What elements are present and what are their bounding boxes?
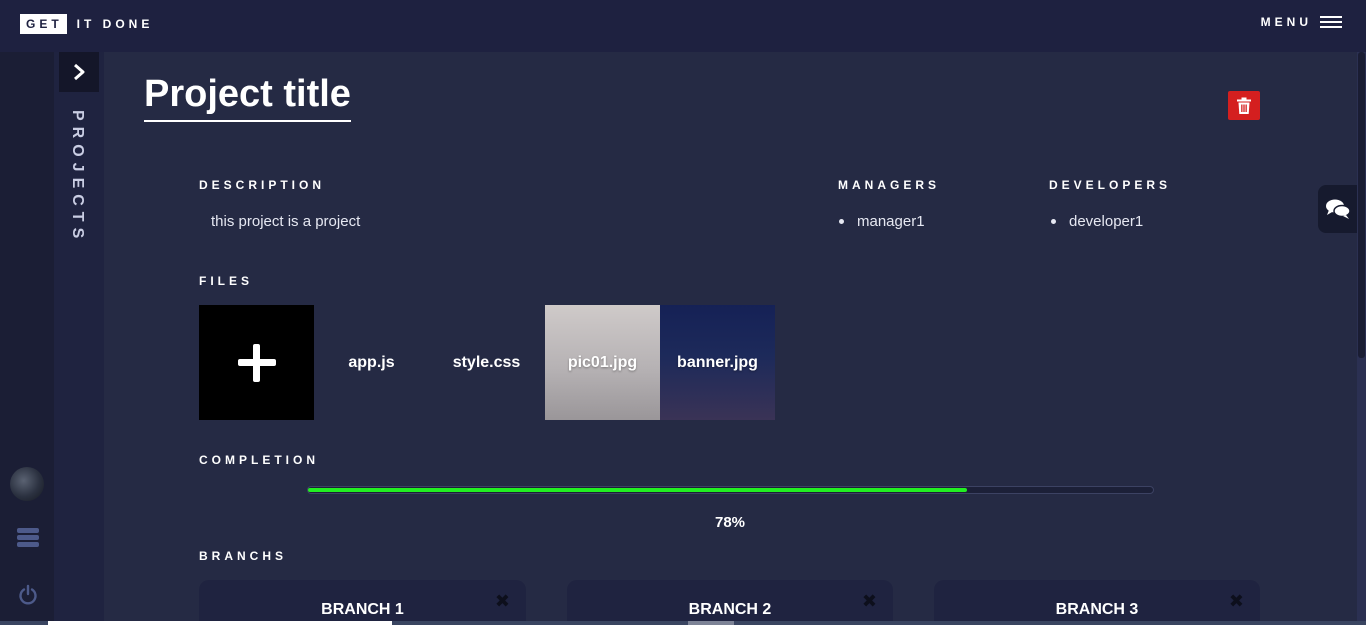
- menu-label: MENU: [1260, 15, 1312, 29]
- branch-card[interactable]: BRANCH 1 ✖: [199, 580, 526, 625]
- file-name: banner.jpg: [677, 353, 758, 371]
- page-title: Project title: [144, 72, 351, 122]
- file-tile-stylecss[interactable]: style.css: [429, 305, 544, 420]
- manager-name: manager1: [857, 213, 925, 230]
- branch-card[interactable]: BRANCH 2 ✖: [567, 580, 893, 625]
- delete-project-button[interactable]: [1228, 91, 1260, 120]
- managers-label: MANAGERS: [838, 178, 941, 192]
- close-icon[interactable]: ✖: [495, 592, 510, 610]
- branch-title: BRANCH 2: [688, 601, 772, 618]
- avatar[interactable]: [10, 467, 44, 501]
- trash-icon: [1237, 97, 1251, 114]
- chevron-right-icon: [74, 63, 85, 81]
- completion-percent: 78%: [714, 514, 746, 531]
- left-rail: [0, 52, 54, 625]
- projects-panel: PROJECTS: [54, 52, 104, 625]
- page-title-wrap: Project title: [144, 72, 351, 122]
- projects-toggle-button[interactable]: [59, 52, 99, 92]
- chat-icon: [1326, 199, 1351, 219]
- bullet: [839, 219, 844, 224]
- developer-name: developer1: [1069, 213, 1144, 230]
- file-tile-appjs[interactable]: app.js: [314, 305, 429, 420]
- top-bar: GET IT DONE MENU: [0, 0, 1366, 52]
- branch-card[interactable]: BRANCH 3 ✖: [934, 580, 1260, 625]
- bottom-strip: [0, 621, 1366, 625]
- close-icon[interactable]: ✖: [1229, 592, 1244, 610]
- scrollbar[interactable]: [1357, 52, 1366, 625]
- completion-progress-bar: [307, 486, 1154, 494]
- manager-item: manager1: [839, 213, 925, 230]
- developers-label: DEVELOPERS: [1049, 178, 1172, 192]
- close-icon[interactable]: ✖: [862, 592, 877, 610]
- chat-button[interactable]: [1318, 185, 1358, 233]
- file-name: style.css: [452, 353, 521, 371]
- completion-progress-fill: [308, 488, 968, 492]
- logo[interactable]: GET IT DONE: [20, 13, 153, 35]
- power-icon[interactable]: [17, 584, 39, 606]
- database-icon[interactable]: [17, 528, 39, 550]
- branch-title: BRANCH 1: [321, 601, 404, 618]
- description-label: DESCRIPTION: [199, 178, 326, 192]
- bullet: [1051, 219, 1056, 224]
- logo-text: IT DONE: [76, 17, 154, 31]
- file-name: pic01.jpg: [567, 353, 638, 371]
- hamburger-icon: [1320, 16, 1342, 28]
- branch-title: BRANCH 3: [1055, 601, 1139, 618]
- files-label: FILES: [199, 274, 254, 288]
- file-tile-banner[interactable]: banner.jpg: [660, 305, 775, 420]
- branches-label: BRANCHS: [199, 549, 287, 563]
- scrollbar-thumb[interactable]: [1358, 52, 1365, 358]
- completion-label: COMPLETION: [199, 453, 319, 467]
- menu-button[interactable]: MENU: [1261, 15, 1342, 29]
- file-name: app.js: [348, 353, 395, 371]
- developer-item: developer1: [1051, 213, 1143, 230]
- logo-box: GET: [20, 14, 67, 34]
- plus-icon: [237, 343, 276, 382]
- add-file-button[interactable]: [199, 305, 314, 420]
- file-tile-pic01[interactable]: pic01.jpg: [545, 305, 660, 420]
- projects-label[interactable]: PROJECTS: [68, 110, 86, 244]
- description-text: this project is a project: [211, 213, 361, 230]
